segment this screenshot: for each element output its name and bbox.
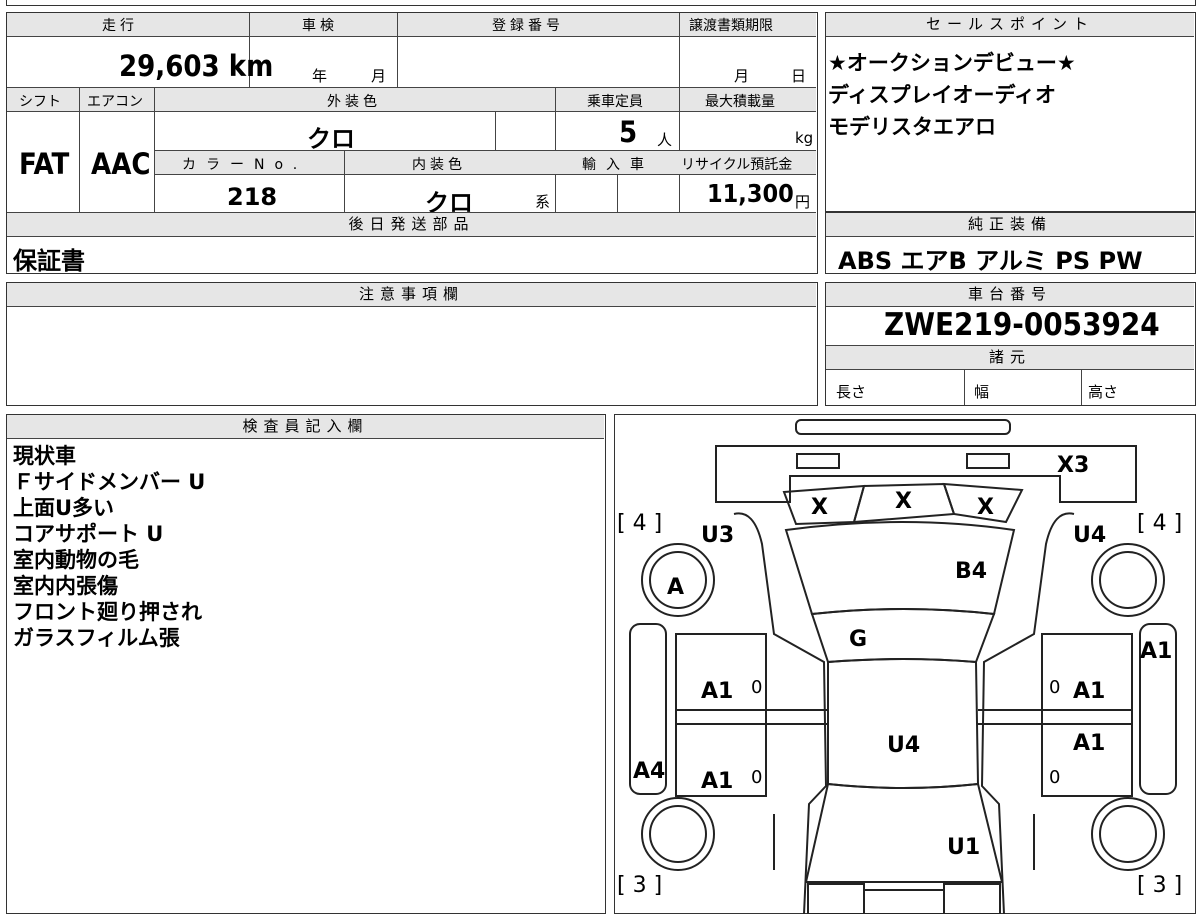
max-load-header: 最大積載量 bbox=[705, 94, 775, 110]
equipment: 純正装備 ABS エアB アルミ PS PW bbox=[825, 212, 1196, 275]
later-parts-header-bg: 後日発送部品 bbox=[7, 213, 816, 237]
chassis-header: 車台番号 bbox=[967, 285, 1052, 303]
transfer-day: 日 bbox=[791, 67, 807, 85]
mileage-value: 29,603 km bbox=[119, 49, 274, 83]
exterior-color-value: クロ bbox=[307, 125, 355, 153]
label-u4-roof: U4 bbox=[887, 733, 921, 758]
later-parts-value: 保証書 bbox=[13, 247, 85, 275]
inspector-note-1: 現状車 bbox=[13, 444, 76, 468]
registration-header: 登録番号 bbox=[492, 18, 564, 34]
later-parts-header: 後日発送部品 bbox=[348, 215, 475, 233]
interior-suffix: 系 bbox=[535, 193, 551, 211]
inspector-box: 検査員記入欄 現状車 Ｆサイドメンバー U 上面U多い コアサポート U 室内動… bbox=[6, 414, 606, 914]
aircon-header: エアコン bbox=[87, 94, 143, 110]
label-a4: A4 bbox=[633, 759, 666, 784]
label-tire-fl: [ 4 ] bbox=[617, 511, 663, 536]
label-zero-lf: 0 bbox=[751, 677, 763, 698]
label-a-wheel: A bbox=[667, 575, 685, 600]
spec-height: 高さ bbox=[1088, 383, 1119, 401]
label-x-left: X bbox=[811, 495, 828, 520]
inspector-note-2: Ｆサイドメンバー U bbox=[13, 470, 206, 494]
label-g: G bbox=[849, 627, 868, 652]
top-strip: 車 検 bbox=[6, 0, 1196, 6]
label-a1-right-rear: A1 bbox=[1073, 731, 1106, 756]
inspector-note-6: 室内内張傷 bbox=[13, 574, 118, 598]
label-zero-rf: 0 bbox=[1049, 677, 1061, 698]
mileage-header: 走行 bbox=[102, 18, 138, 34]
label-x-right: X bbox=[977, 495, 994, 520]
transfer-deadline-header: 譲渡書類期限 bbox=[689, 18, 773, 34]
spec-width: 幅 bbox=[974, 383, 990, 401]
specs-header: 諸元 bbox=[988, 348, 1031, 366]
sales-points: セールスポイント ★オークションデビュー★ ディスプレイオーディオ モデリスタエ… bbox=[825, 12, 1196, 212]
label-a1-left-front: A1 bbox=[701, 679, 734, 704]
import-header: 輸入車 bbox=[582, 157, 654, 173]
label-tire-rl: [ 3 ] bbox=[617, 873, 663, 898]
recycle-fee-value: 11,300 bbox=[707, 179, 794, 208]
summary-table: 走行 車検 登録番号 譲渡書類期限 29,603 km 年 月 月 日 シフト … bbox=[6, 12, 818, 275]
sales-point-2: ディスプレイオーディオ bbox=[828, 83, 1057, 107]
color-no-value: 218 bbox=[227, 183, 278, 211]
label-x-center: X bbox=[895, 489, 912, 514]
sales-point-3: モデリスタエアロ bbox=[828, 115, 996, 139]
label-tire-rr: [ 3 ] bbox=[1137, 873, 1183, 898]
load-unit: kg bbox=[795, 129, 814, 147]
inspection-header: 車検 bbox=[302, 18, 338, 34]
inspector-note-7: フロント廻り押され bbox=[13, 600, 202, 624]
inspector-header: 検査員記入欄 bbox=[242, 417, 369, 435]
recycle-unit: 円 bbox=[795, 193, 811, 211]
chassis-box: 車台番号 ZWE219-0053924 諸元 長さ 幅 高さ bbox=[825, 282, 1196, 406]
inspector-note-5: 室内動物の毛 bbox=[13, 548, 139, 572]
equipment-header: 純正装備 bbox=[967, 215, 1052, 233]
label-x3: X3 bbox=[1057, 453, 1090, 478]
top-strip-text: 車 検 bbox=[267, 0, 299, 2]
shift-value: FAT bbox=[19, 147, 70, 181]
inspector-note-4: コアサポート U bbox=[13, 522, 164, 546]
label-u4-right: U4 bbox=[1073, 523, 1107, 548]
label-zero-lr: 0 bbox=[751, 767, 763, 788]
recycle-header: リサイクル預託金 bbox=[681, 157, 793, 173]
caution-header: 注意事項欄 bbox=[358, 285, 464, 303]
color-no-header: カラーNo. bbox=[182, 157, 308, 173]
sales-point-1: ★オークションデビュー★ bbox=[828, 51, 1076, 75]
label-a1-edge: A1 bbox=[1140, 639, 1173, 664]
label-a1-right-front: A1 bbox=[1073, 679, 1106, 704]
inspection-month: 月 bbox=[371, 67, 387, 85]
interior-header: 内装色 bbox=[412, 157, 466, 173]
sales-points-header: セールスポイント bbox=[925, 15, 1094, 33]
label-a1-left-rear: A1 bbox=[701, 769, 734, 794]
label-u1: U1 bbox=[947, 835, 981, 860]
inspector-note-3: 上面U多い bbox=[13, 496, 115, 520]
inspector-note-8: ガラスフィルム張 bbox=[13, 626, 180, 650]
inspection-year: 年 bbox=[312, 67, 328, 85]
capacity-value: 5 bbox=[619, 115, 638, 149]
capacity-unit: 人 bbox=[657, 131, 673, 149]
diagram-labels: X3 X X X [ 4 ] [ 4 ] [ 3 ] [ 3 ] U3 U4 B… bbox=[615, 415, 1197, 915]
label-b4: B4 bbox=[955, 559, 988, 584]
label-u3: U3 bbox=[701, 523, 735, 548]
spec-length: 長さ bbox=[836, 383, 867, 401]
caution-box: 注意事項欄 bbox=[6, 282, 818, 406]
aircon-value: AAC bbox=[91, 147, 151, 181]
equipment-items: ABS エアB アルミ PS PW bbox=[838, 247, 1143, 275]
label-zero-rr: 0 bbox=[1049, 767, 1061, 788]
shift-header: シフト bbox=[19, 94, 61, 110]
transfer-month: 月 bbox=[734, 67, 750, 85]
label-tire-fr: [ 4 ] bbox=[1137, 511, 1183, 536]
chassis-number: ZWE219-0053924 bbox=[884, 307, 1160, 343]
exterior-header: 外装色 bbox=[327, 94, 381, 110]
capacity-header: 乗車定員 bbox=[587, 94, 643, 110]
damage-diagram: X3 X X X [ 4 ] [ 4 ] [ 3 ] [ 3 ] U3 U4 B… bbox=[614, 414, 1196, 914]
